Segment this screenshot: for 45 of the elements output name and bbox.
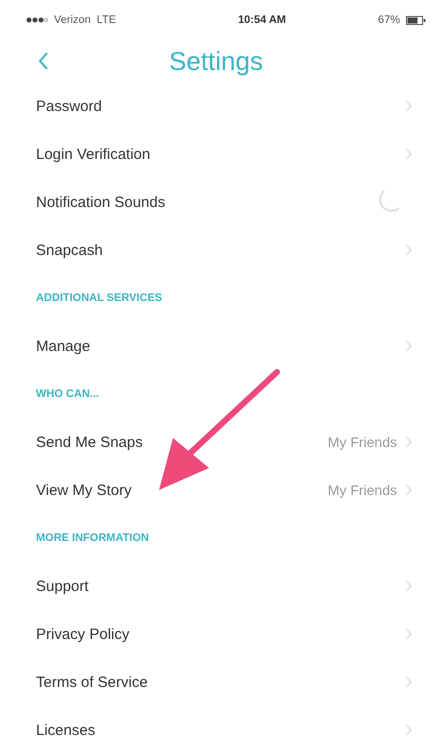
chevron-icon [405, 628, 412, 640]
chevron-icon [405, 436, 412, 448]
row-label: Privacy Policy [36, 626, 130, 642]
row-label: Send Me Snaps [36, 434, 144, 450]
row-label: Manage [36, 338, 92, 354]
chevron-icon [405, 580, 412, 592]
row-label: Support [36, 578, 90, 594]
chevron-icon [405, 100, 412, 112]
back-icon [38, 52, 49, 70]
row-label: Licenses [36, 722, 96, 738]
settings-row[interactable]: Terms of Service [0, 658, 432, 706]
row-label: Snapcash [36, 242, 104, 258]
row-value: My Friends [328, 434, 397, 450]
battery-icon [406, 16, 426, 24]
section-header: ADDITIONAL SERVICES [36, 292, 162, 304]
settings-row[interactable]: Privacy Policy [0, 610, 432, 658]
row-label: Terms of Service [36, 674, 149, 690]
row-label: Notification Sounds [36, 194, 166, 210]
signal-icon [26, 17, 48, 23]
section-header: WHO CAN... [36, 388, 99, 400]
settings-row[interactable]: Snapcash [0, 226, 432, 274]
settings-row[interactable]: Support [0, 562, 432, 610]
row-label: View My Story [36, 482, 133, 498]
row-label: Login Verification [36, 146, 152, 162]
page-title: Settings [169, 46, 263, 76]
chevron-icon [405, 148, 412, 160]
network-type: LTE [96, 14, 116, 26]
settings-row[interactable]: Manage [0, 322, 432, 370]
settings-row[interactable]: Password [0, 82, 432, 130]
chevron-icon [405, 484, 412, 496]
row-value: My Friends [328, 482, 397, 498]
chevron-icon [405, 676, 412, 688]
chevron-icon [405, 340, 412, 352]
row-label: Password [36, 98, 103, 114]
settings-row[interactable]: Login Verification [0, 130, 432, 178]
battery-percent: 67% [378, 14, 400, 26]
chevron-icon [405, 244, 412, 256]
carrier-name: Verizon [54, 14, 91, 26]
settings-row[interactable]: Licenses [0, 706, 432, 749]
settings-row[interactable]: View My Story My Friends [0, 466, 432, 514]
settings-row[interactable]: Send Me Snaps My Friends [0, 418, 432, 466]
status-time: 10:54 AM [238, 14, 286, 26]
chevron-icon [405, 724, 412, 736]
settings-row[interactable]: Notification Sounds [0, 178, 432, 226]
section-header: MORE INFORMATION [36, 532, 149, 544]
